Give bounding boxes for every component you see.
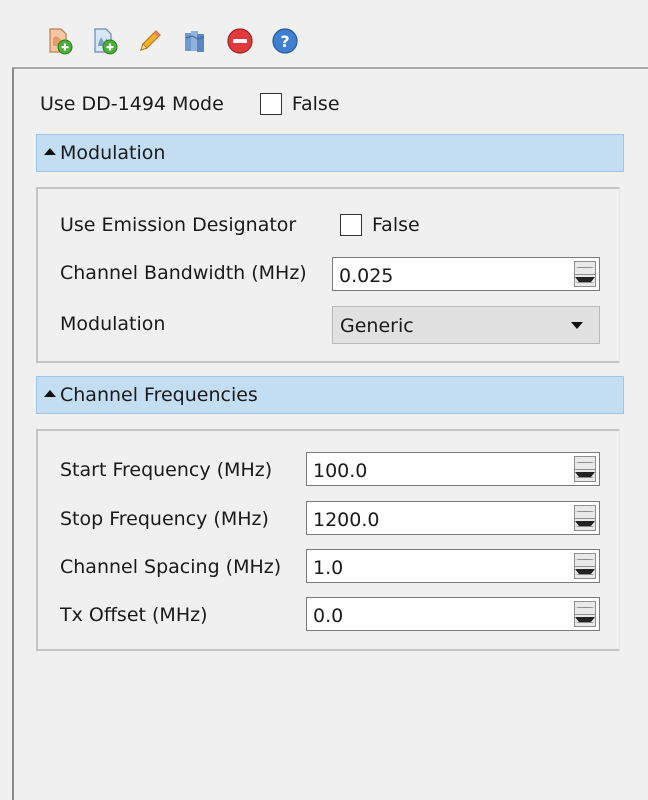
collapse-caret-icon xyxy=(44,390,56,397)
tx-offset-row: Tx Offset (MHz) xyxy=(60,604,208,626)
spin-up-button[interactable] xyxy=(575,554,595,567)
remove-button[interactable] xyxy=(224,25,256,57)
arrow-down-icon xyxy=(575,277,595,284)
arrow-up-icon xyxy=(575,607,595,609)
channel-spacing-label: Channel Spacing (MHz) xyxy=(60,556,282,578)
chevron-down-icon xyxy=(571,321,583,329)
spin-down-button[interactable] xyxy=(575,519,595,531)
arrow-up-icon xyxy=(575,511,595,513)
channel-frequencies-section-title: Channel Frequencies xyxy=(60,384,258,406)
tx-offset-value[interactable]: 0.0 xyxy=(307,598,571,630)
spin-down-button[interactable] xyxy=(575,567,595,579)
use-emission-row: Use Emission Designator False xyxy=(60,214,420,236)
properties-panel: Use DD-1494 Mode False Modulation Use Em… xyxy=(12,67,648,800)
dd1494-mode-value: False xyxy=(291,93,340,115)
modulation-dropdown[interactable]: Generic xyxy=(332,306,600,344)
arrow-up-icon xyxy=(575,267,595,269)
toolbar: ? xyxy=(44,24,301,58)
tx-offset-spinbox[interactable]: 0.0 xyxy=(306,597,600,631)
use-emission-label: Use Emission Designator xyxy=(60,214,297,236)
modulation-section-header[interactable]: Modulation xyxy=(36,134,624,172)
channel-bandwidth-spinbox[interactable]: 0.025 xyxy=(332,257,600,291)
stop-frequency-row: Stop Frequency (MHz) xyxy=(60,508,269,530)
modulation-label: Modulation xyxy=(60,313,166,335)
add-document-icon xyxy=(49,28,73,55)
start-frequency-row: Start Frequency (MHz) xyxy=(60,459,272,481)
help-icon: ? xyxy=(272,28,298,54)
collapse-caret-icon xyxy=(44,148,56,155)
channel-bandwidth-value[interactable]: 0.025 xyxy=(333,258,571,290)
modulation-section-body: Use Emission Designator False Channel Ba… xyxy=(36,187,620,363)
add-copy-icon xyxy=(94,28,118,55)
help-button[interactable]: ? xyxy=(269,25,301,57)
svg-text:?: ? xyxy=(280,32,289,51)
arrow-down-icon xyxy=(575,472,595,479)
channel-bandwidth-label: Channel Bandwidth (MHz) xyxy=(60,262,307,284)
channel-spacing-spinbox[interactable]: 1.0 xyxy=(306,549,600,583)
stop-frequency-label: Stop Frequency (MHz) xyxy=(60,508,269,530)
channel-spacing-value[interactable]: 1.0 xyxy=(307,550,571,582)
spin-up-button[interactable] xyxy=(575,262,595,275)
channel-frequencies-section-body: Start Frequency (MHz) 100.0 Stop Frequen… xyxy=(36,429,620,651)
add-copy-button[interactable] xyxy=(89,25,121,57)
modulation-section-title: Modulation xyxy=(60,142,166,164)
multi-document-icon xyxy=(185,31,205,52)
dd1494-mode-row: Use DD-1494 Mode False xyxy=(40,93,340,115)
spin-up-button[interactable] xyxy=(575,457,595,470)
add-document-button[interactable] xyxy=(44,25,76,57)
channel-spacing-row: Channel Spacing (MHz) xyxy=(60,556,281,578)
channel-bandwidth-row: Channel Bandwidth (MHz) xyxy=(60,262,307,284)
arrow-down-icon xyxy=(575,617,595,624)
use-emission-checkbox[interactable] xyxy=(340,214,362,236)
dd1494-mode-label: Use DD-1494 Mode xyxy=(40,93,224,115)
spin-up-button[interactable] xyxy=(575,602,595,615)
stop-frequency-spinbox[interactable]: 1200.0 xyxy=(306,501,600,535)
modulation-row: Modulation xyxy=(60,313,165,335)
edit-button[interactable] xyxy=(134,25,166,57)
tx-offset-label: Tx Offset (MHz) xyxy=(60,604,208,626)
arrow-down-icon xyxy=(575,521,595,528)
spin-down-button[interactable] xyxy=(575,275,595,287)
modulation-dropdown-value: Generic xyxy=(340,315,414,337)
spin-down-button[interactable] xyxy=(575,615,595,627)
start-frequency-spinbox[interactable]: 100.0 xyxy=(306,452,600,486)
pencil-edit-icon xyxy=(140,30,161,51)
stop-frequency-value[interactable]: 1200.0 xyxy=(307,502,571,534)
arrow-down-icon xyxy=(575,569,595,576)
spin-down-button[interactable] xyxy=(575,470,595,482)
channel-frequencies-section-header[interactable]: Channel Frequencies xyxy=(36,376,624,414)
start-frequency-label: Start Frequency (MHz) xyxy=(60,459,273,481)
arrow-up-icon xyxy=(575,559,595,561)
remove-icon xyxy=(227,28,253,54)
use-emission-value: False xyxy=(372,214,420,236)
dd1494-mode-checkbox[interactable] xyxy=(259,93,282,115)
arrow-up-icon xyxy=(575,462,595,464)
spin-up-button[interactable] xyxy=(575,506,595,519)
properties-window: ? Use DD-1494 Mode False Modulation Use … xyxy=(0,0,648,800)
multi-document-button[interactable] xyxy=(179,25,211,57)
start-frequency-value[interactable]: 100.0 xyxy=(307,453,571,485)
